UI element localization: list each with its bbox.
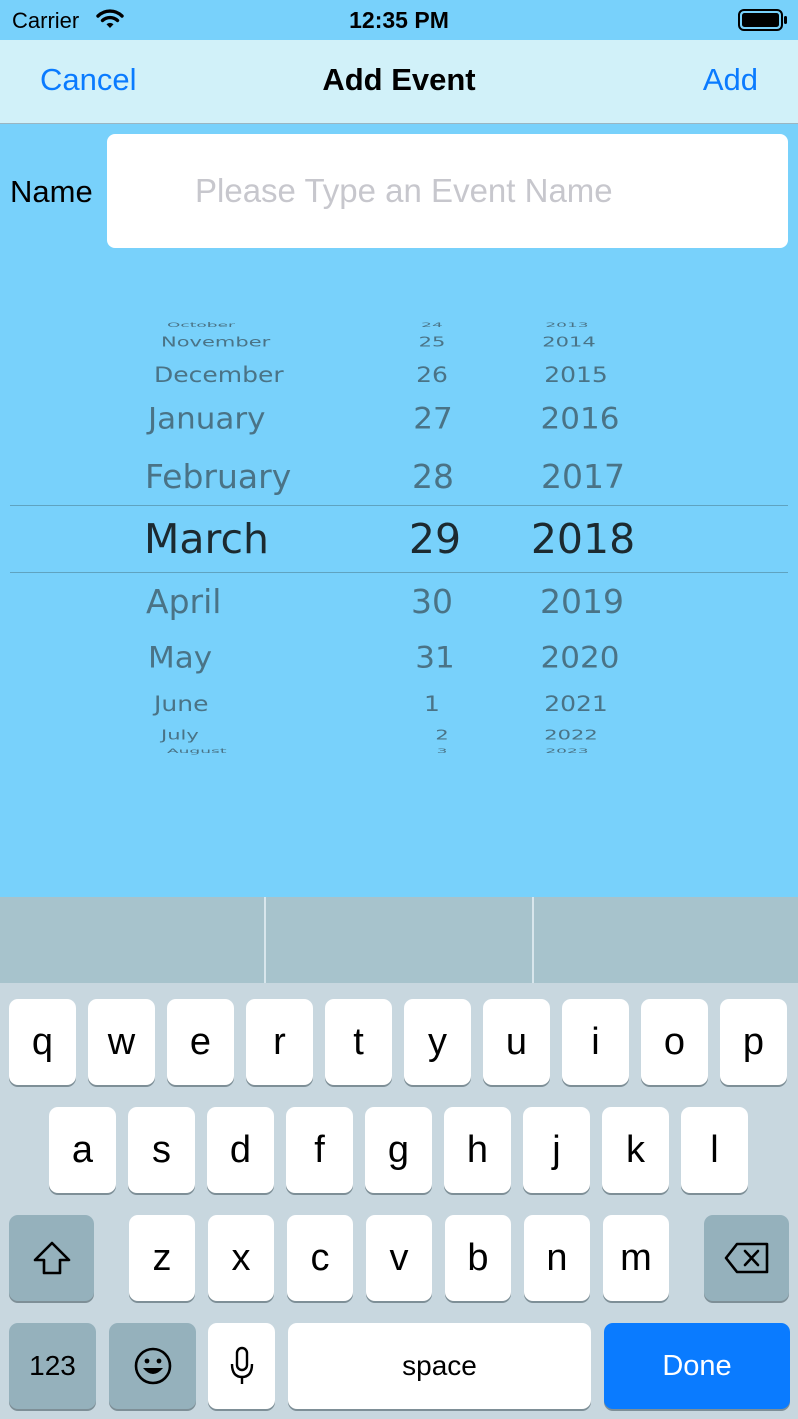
picker-year-item[interactable]: 2021: [496, 691, 656, 717]
picker-year-item[interactable]: 2016: [500, 402, 660, 438]
key-d[interactable]: d: [207, 1107, 274, 1193]
picker-year-item[interactable]: 2015: [496, 362, 656, 388]
emoji-key[interactable]: [109, 1323, 196, 1409]
picker-month-item[interactable]: December: [154, 362, 284, 388]
suggestion-divider: [264, 897, 266, 983]
picker-year-item[interactable]: 2013: [487, 321, 647, 328]
microphone-icon: [230, 1346, 253, 1384]
picker-month-item[interactable]: November: [161, 335, 270, 351]
suggestion-divider: [532, 897, 534, 983]
key-n[interactable]: n: [524, 1215, 590, 1301]
key-c[interactable]: c: [287, 1215, 353, 1301]
key-t[interactable]: t: [325, 999, 392, 1085]
key-y[interactable]: y: [404, 999, 471, 1085]
picker-year-selected[interactable]: 2018: [503, 515, 663, 564]
key-b[interactable]: b: [445, 1215, 511, 1301]
date-picker[interactable]: October November December January February Ma…: [0, 320, 798, 756]
key-a[interactable]: a: [49, 1107, 116, 1193]
key-j[interactable]: j: [523, 1107, 590, 1193]
microphone-key[interactable]: [208, 1323, 275, 1409]
key-w[interactable]: w: [88, 999, 155, 1085]
suggestion-bar: [0, 897, 798, 983]
picker-day-item[interactable]: 25: [352, 335, 512, 351]
picker-day-item[interactable]: 31: [355, 641, 515, 677]
key-x[interactable]: x: [208, 1215, 274, 1301]
key-p[interactable]: p: [720, 999, 787, 1085]
done-key[interactable]: Done: [604, 1323, 790, 1409]
picker-month-item[interactable]: July: [161, 728, 199, 744]
space-key[interactable]: space: [288, 1323, 591, 1409]
key-o[interactable]: o: [641, 999, 708, 1085]
picker-month-item[interactable]: May: [148, 641, 212, 677]
page-title: Add Event: [322, 62, 476, 97]
delete-key[interactable]: [704, 1215, 789, 1301]
picker-selection-bottom-line: [10, 572, 788, 573]
key-i[interactable]: i: [562, 999, 629, 1085]
key-u[interactable]: u: [483, 999, 550, 1085]
key-v[interactable]: v: [366, 1215, 432, 1301]
delete-icon: [724, 1242, 768, 1274]
picker-month-item[interactable]: February: [145, 457, 291, 497]
key-k[interactable]: k: [602, 1107, 669, 1193]
status-bar: Carrier 12:35 PM: [0, 0, 798, 40]
picker-day-item[interactable]: 30: [352, 582, 512, 622]
key-e[interactable]: e: [167, 999, 234, 1085]
picker-day-item[interactable]: 26: [352, 362, 512, 388]
picker-year-item[interactable]: 2022: [491, 728, 651, 744]
picker-month-item[interactable]: January: [148, 402, 266, 438]
key-g[interactable]: g: [365, 1107, 432, 1193]
navigation-bar: Cancel Add Event Add: [0, 40, 798, 124]
picker-month-item[interactable]: October: [167, 321, 235, 328]
picker-day-item[interactable]: 27: [353, 402, 513, 438]
picker-month-item[interactable]: August: [167, 747, 227, 754]
emoji-icon: [134, 1347, 171, 1385]
picker-year-item[interactable]: 2023: [487, 747, 647, 754]
picker-day-item[interactable]: 28: [353, 457, 513, 497]
picker-selection-top-line: [10, 505, 788, 506]
picker-year-item[interactable]: 2014: [489, 335, 649, 351]
numbers-key[interactable]: 123: [9, 1323, 96, 1409]
key-f[interactable]: f: [286, 1107, 353, 1193]
add-button[interactable]: Add: [703, 62, 758, 98]
event-name-input[interactable]: [107, 134, 788, 248]
shift-key[interactable]: [9, 1215, 94, 1301]
key-r[interactable]: r: [246, 999, 313, 1085]
keyboard: 123 space Done qwertyuiop asdfghjkl zxcvbn…: [0, 897, 798, 1419]
picker-month-item[interactable]: June: [154, 691, 208, 717]
picker-year-item[interactable]: 2017: [503, 457, 663, 497]
key-l[interactable]: l: [681, 1107, 748, 1193]
picker-year-item[interactable]: 2020: [500, 641, 660, 677]
name-label: Name: [10, 174, 93, 209]
key-h[interactable]: h: [444, 1107, 511, 1193]
shift-icon: [33, 1241, 70, 1275]
key-q[interactable]: q: [9, 999, 76, 1085]
picker-month-selected[interactable]: March: [144, 515, 269, 564]
picker-day-selected[interactable]: 29: [355, 515, 515, 564]
battery-icon: [738, 9, 787, 31]
status-time: 12:35 PM: [349, 7, 449, 33]
picker-day-item[interactable]: 1: [352, 691, 512, 717]
key-s[interactable]: s: [128, 1107, 195, 1193]
key-m[interactable]: m: [603, 1215, 669, 1301]
picker-year-item[interactable]: 2019: [502, 582, 662, 622]
picker-month-item[interactable]: April: [146, 582, 221, 622]
key-z[interactable]: z: [129, 1215, 195, 1301]
